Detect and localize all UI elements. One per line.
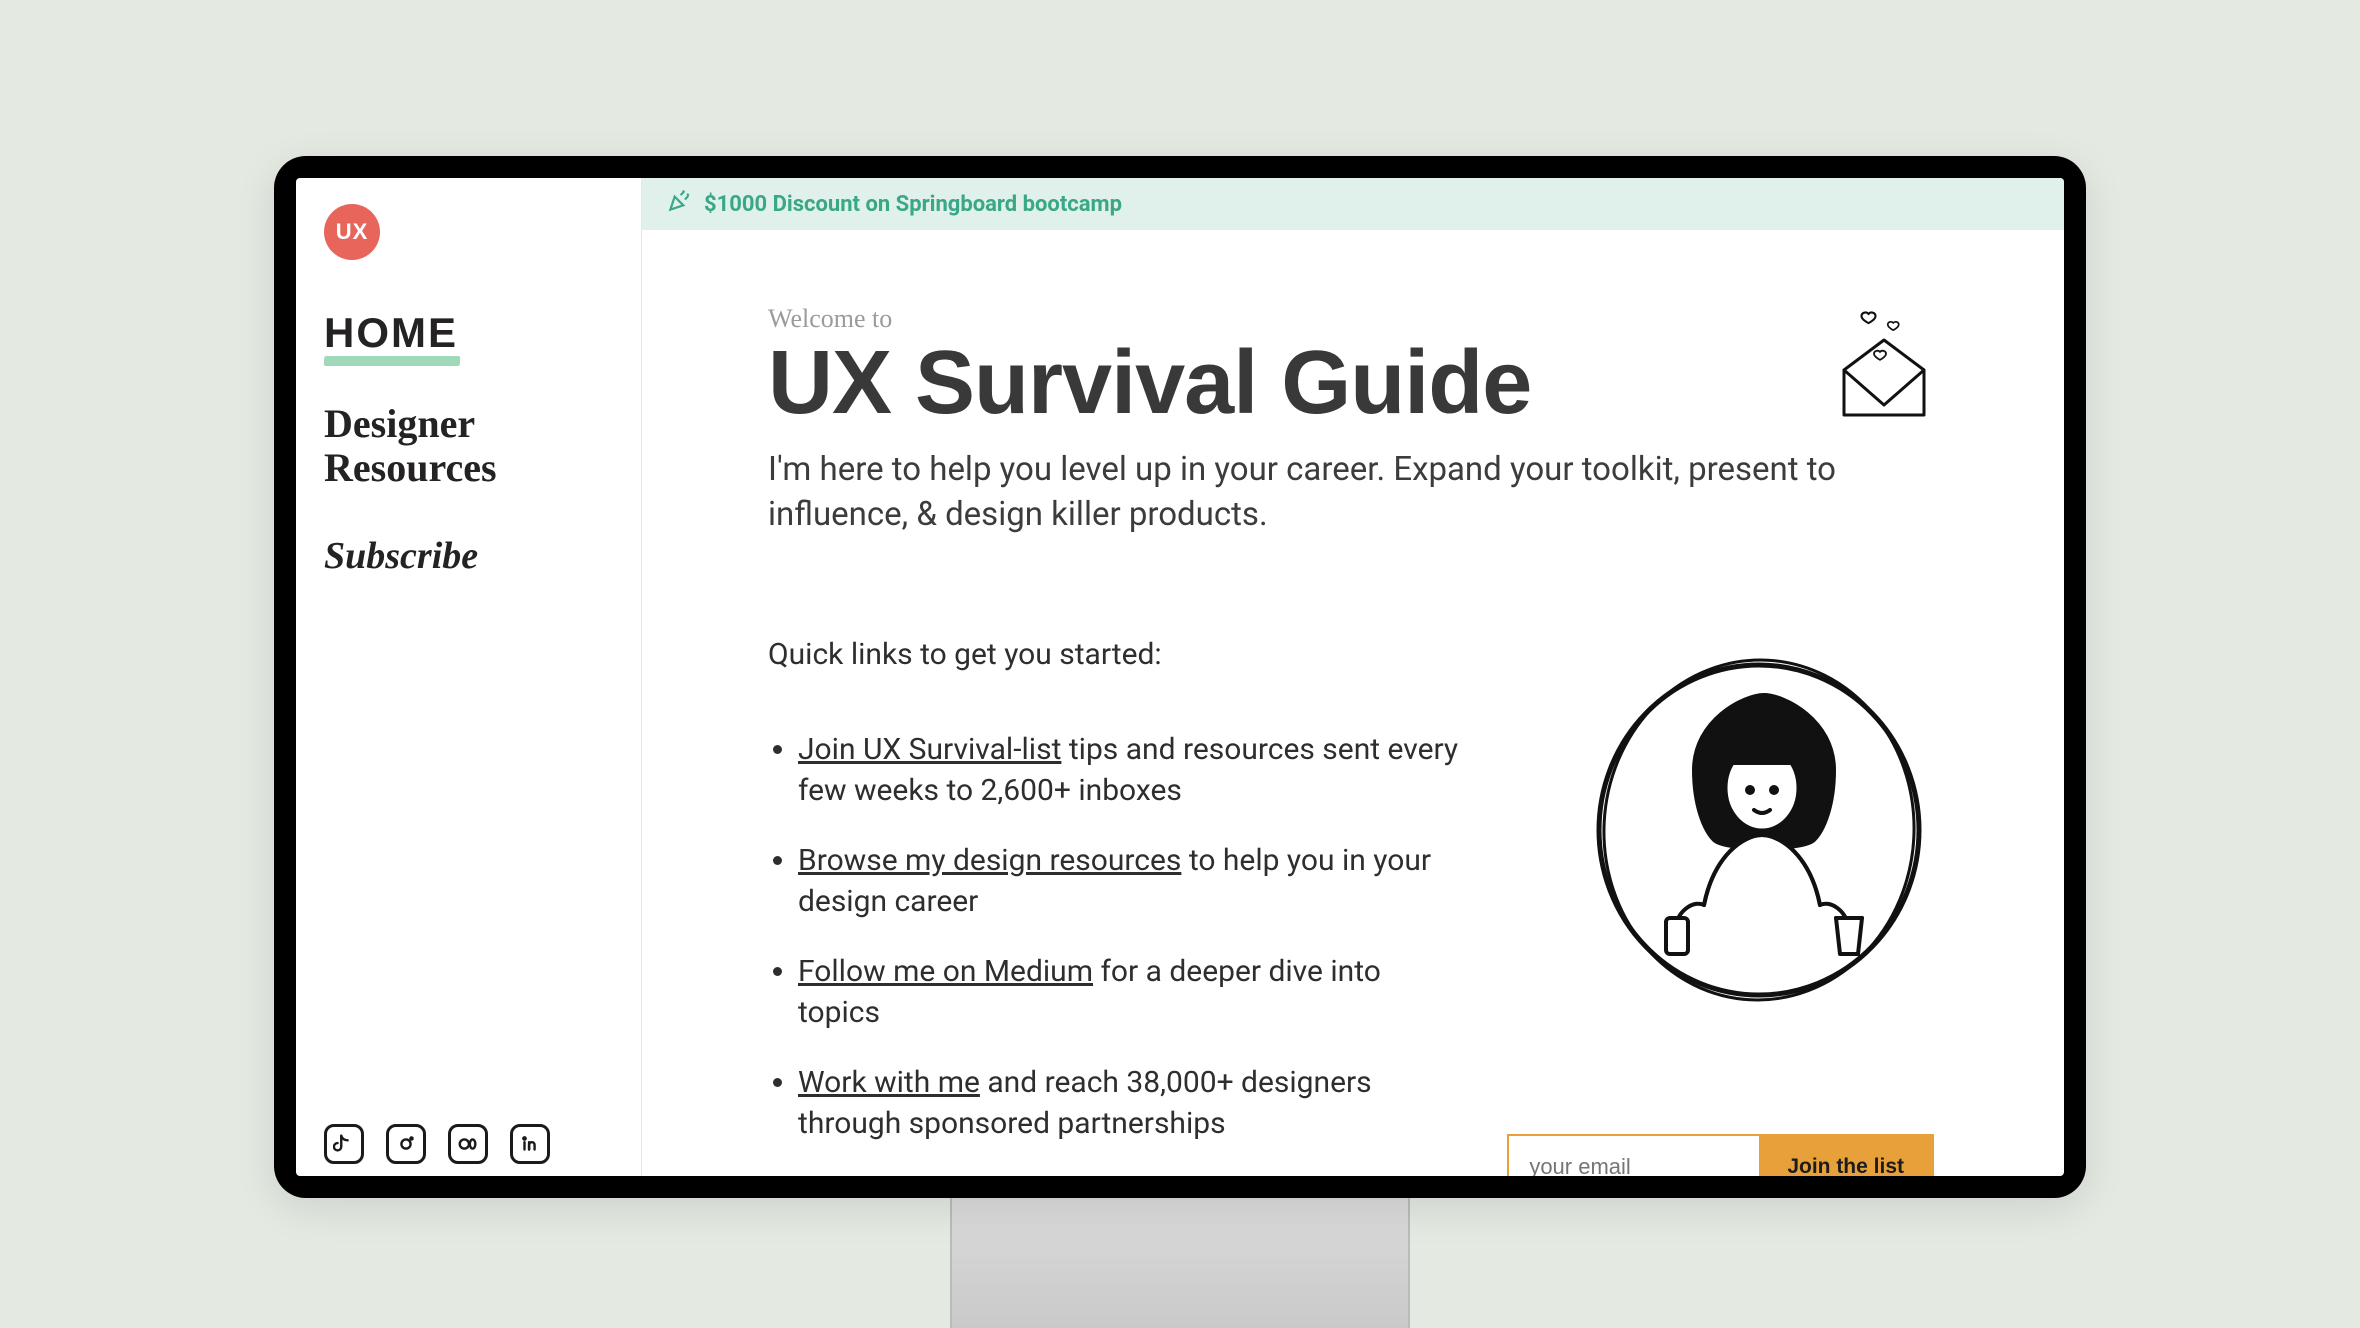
- logo-text: UX: [336, 219, 369, 245]
- link-join-survival-list[interactable]: Join UX Survival-list: [798, 732, 1061, 767]
- envelope-hearts-icon: [1834, 310, 1934, 420]
- monitor-frame: UX HOME Designer Resources Subscribe: [274, 156, 2086, 1198]
- link-work-with-me[interactable]: Work with me: [798, 1065, 980, 1100]
- logo-badge[interactable]: UX: [324, 204, 380, 260]
- nav-subscribe[interactable]: Subscribe: [324, 536, 478, 578]
- link-follow-medium[interactable]: Follow me on Medium: [798, 954, 1093, 989]
- hero-title: UX Survival Guide: [768, 338, 1954, 428]
- social-row: [324, 1124, 550, 1164]
- list-item: Join UX Survival-list tips and resources…: [798, 730, 1468, 811]
- promo-banner-text: $1000 Discount on Springboard bootcamp: [704, 192, 1122, 217]
- tiktok-icon[interactable]: [324, 1124, 364, 1164]
- instagram-icon[interactable]: [386, 1124, 426, 1164]
- person-portrait-sketch: [1584, 650, 1934, 1010]
- main: $1000 Discount on Springboard bootcamp W…: [642, 178, 2064, 1176]
- link-browse-resources[interactable]: Browse my design resources: [798, 843, 1181, 878]
- list-item: Follow me on Medium for a deeper dive in…: [798, 952, 1468, 1033]
- monitor-stand: [950, 1194, 1410, 1328]
- email-input[interactable]: [1509, 1136, 1759, 1176]
- list-item: Browse my design resources to help you i…: [798, 841, 1468, 922]
- nav-list: HOME Designer Resources Subscribe: [324, 310, 613, 624]
- medium-icon[interactable]: [448, 1124, 488, 1164]
- nav-home[interactable]: HOME: [324, 310, 458, 356]
- confetti-icon: [666, 188, 692, 220]
- quick-links-list: Join UX Survival-list tips and resources…: [768, 730, 1468, 1144]
- content: Welcome to UX Survival Guide I'm here to…: [642, 230, 2064, 1176]
- linkedin-icon[interactable]: [510, 1124, 550, 1164]
- list-item: Work with me and reach 38,000+ designers…: [798, 1063, 1468, 1144]
- hero-subtitle: I'm here to help you level up in your ca…: [768, 448, 1888, 537]
- screen: UX HOME Designer Resources Subscribe: [296, 178, 2064, 1176]
- hero-eyebrow: Welcome to: [768, 304, 1954, 334]
- promo-banner[interactable]: $1000 Discount on Springboard bootcamp: [642, 178, 2064, 230]
- sidebar: UX HOME Designer Resources Subscribe: [296, 178, 642, 1176]
- subscribe-form: Join the list: [1507, 1134, 1934, 1176]
- nav-designer-resources[interactable]: Designer Resources: [324, 402, 613, 490]
- join-list-button[interactable]: Join the list: [1759, 1136, 1932, 1176]
